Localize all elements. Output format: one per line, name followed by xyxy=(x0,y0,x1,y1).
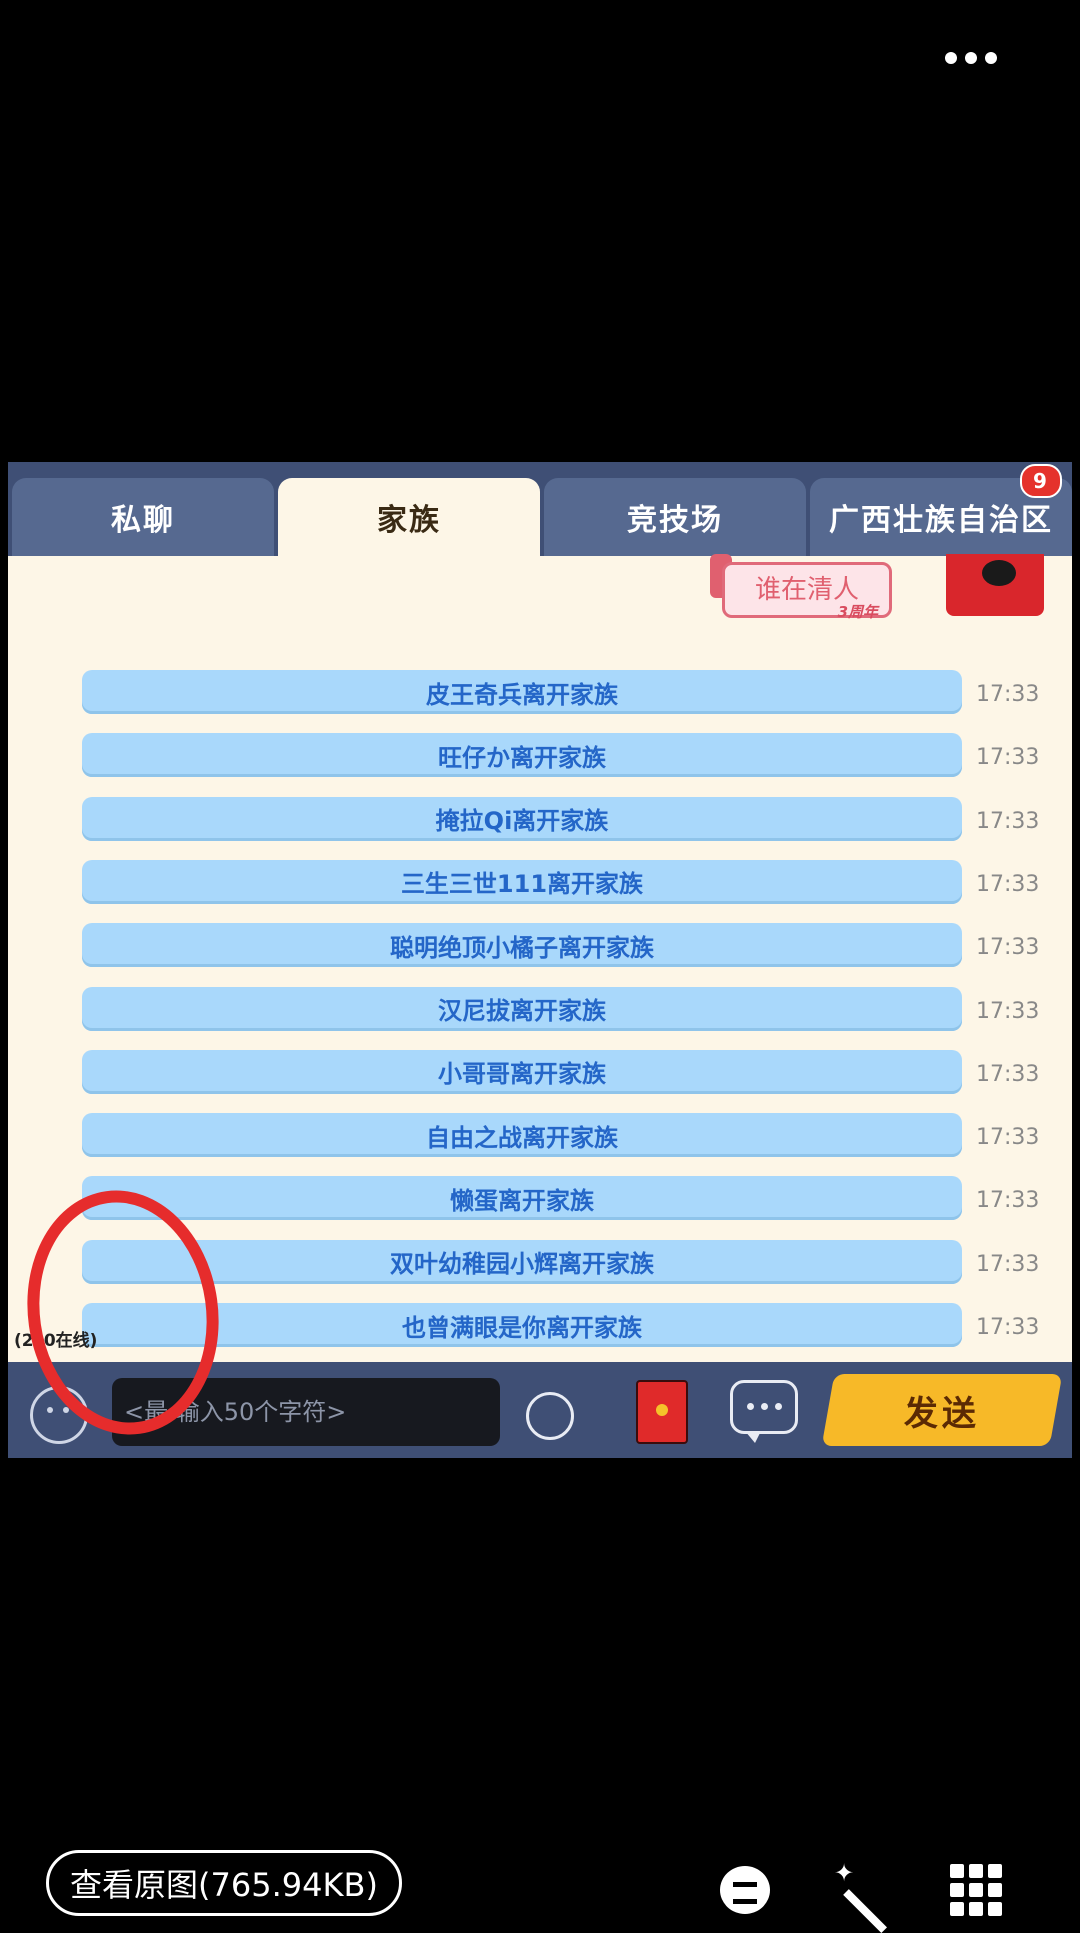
message-time: 17:33 xyxy=(976,808,1040,834)
tab-label: 家族 xyxy=(377,503,441,538)
tab-private-chat[interactable]: 私聊 xyxy=(12,478,274,556)
send-label: 发送 xyxy=(904,1393,980,1434)
message-row: 旺仔か离开家族 xyxy=(82,733,962,778)
tab-family[interactable]: 家族 xyxy=(278,478,540,556)
message-row: 小哥哥离开家族 xyxy=(82,1049,962,1094)
message-row: 三生三世111离开家族 xyxy=(82,859,962,904)
message-time: 17:33 xyxy=(976,745,1040,771)
red-packet-button[interactable] xyxy=(636,1380,688,1444)
message-row: 聪明绝顶小橘子离开家族 xyxy=(82,923,962,968)
message-row: 自由之战离开家族 xyxy=(82,1113,962,1158)
message-time: 17:33 xyxy=(976,1061,1040,1087)
event-notice[interactable]: 谁在清人 3周年 xyxy=(708,554,898,624)
message-time: 17:33 xyxy=(976,1188,1040,1214)
message-time: 17:33 xyxy=(976,1315,1040,1340)
tab-arena[interactable]: 竞技场 xyxy=(544,478,806,556)
message-row: 皮王奇兵离开家族 xyxy=(82,670,962,714)
message-row: 掩拉Qi离开家族 xyxy=(82,796,962,841)
chat-tab-bar: 私聊 家族 竞技场 广西壮族自治区 9 xyxy=(8,462,1072,556)
view-original-button[interactable]: 查看原图(765.94KB) xyxy=(46,1850,402,1916)
send-button[interactable]: 发送 xyxy=(821,1374,1063,1446)
tab-label: 广西壮族自治区 xyxy=(829,503,1053,538)
notice-subtitle: 3周年 xyxy=(837,603,878,621)
tab-label: 私聊 xyxy=(111,503,175,538)
message-time: 17:33 xyxy=(976,682,1040,707)
message-time: 17:33 xyxy=(976,935,1040,961)
red-packet-icon[interactable] xyxy=(946,554,1044,616)
view-original-label: 查看原图(765.94KB) xyxy=(70,1866,378,1904)
tab-region[interactable]: 广西壮族自治区 9 xyxy=(810,464,1072,556)
magic-wand-icon[interactable]: ✦ xyxy=(834,1861,892,1933)
message-row: 双叶幼稚园小辉离开家族 xyxy=(82,1239,962,1284)
more-options-button[interactable] xyxy=(945,46,1005,70)
sticker-icon[interactable] xyxy=(520,1382,584,1442)
quick-chat-icon[interactable] xyxy=(730,1380,798,1443)
grid-icon[interactable] xyxy=(950,1864,1002,1916)
tab-label: 竞技场 xyxy=(627,503,723,538)
message-row: 懒蛋离开家族 xyxy=(82,1176,962,1221)
message-time: 17:33 xyxy=(976,1251,1040,1277)
message-time: 17:33 xyxy=(976,1125,1040,1151)
message-row: 汉尼拔离开家族 xyxy=(82,986,962,1031)
share-icon[interactable] xyxy=(720,1866,770,1914)
unread-badge: 9 xyxy=(1020,464,1062,498)
message-time: 17:33 xyxy=(976,998,1040,1024)
message-time: 17:33 xyxy=(976,871,1040,897)
